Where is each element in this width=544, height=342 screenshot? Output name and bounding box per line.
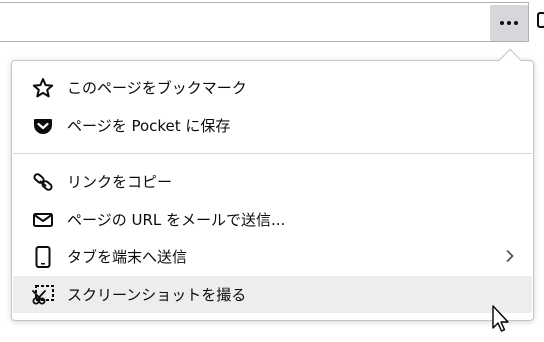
menu-item-label: リンクをコピー [67,173,173,191]
menu-item-send-tab-to-device[interactable]: タブを端末へ送信 [13,238,532,275]
menu-separator [13,153,532,154]
menu-item-label: このページをブックマーク [67,79,247,97]
url-bar[interactable] [0,2,529,42]
menu-item-email-link[interactable]: ページの URL をメールで送信... [13,201,532,238]
pocket-icon [31,114,55,138]
menu-item-label: ページを Pocket に保存 [67,117,231,135]
mouse-cursor-icon [491,305,511,335]
menu-item-label: タブを端末へ送信 [67,248,188,266]
menu-item-label: スクリーンショットを撮る [67,286,247,304]
navigation-toolbar [0,0,544,44]
screenshot-icon [31,283,55,307]
menu-item-label: ページの URL をメールで送信... [67,211,286,229]
star-icon [31,76,55,100]
chevron-right-icon [502,248,518,264]
menu-item-bookmark[interactable]: このページをブックマーク [13,69,532,106]
menu-item-copy-link[interactable]: リンクをコピー [13,163,532,200]
more-icon [500,21,518,25]
link-icon [31,170,55,194]
partial-toolbar-icon[interactable] [537,12,544,32]
device-icon [31,245,55,269]
menu-item-take-screenshot[interactable]: スクリーンショットを撮る [13,276,532,313]
page-actions-panel: このページをブックマーク ページを Pocket に保存 リンクをコピー ページ… [11,60,534,321]
mail-icon [31,208,55,232]
page-actions-button[interactable] [490,5,528,41]
menu-item-save-to-pocket[interactable]: ページを Pocket に保存 [13,107,532,144]
